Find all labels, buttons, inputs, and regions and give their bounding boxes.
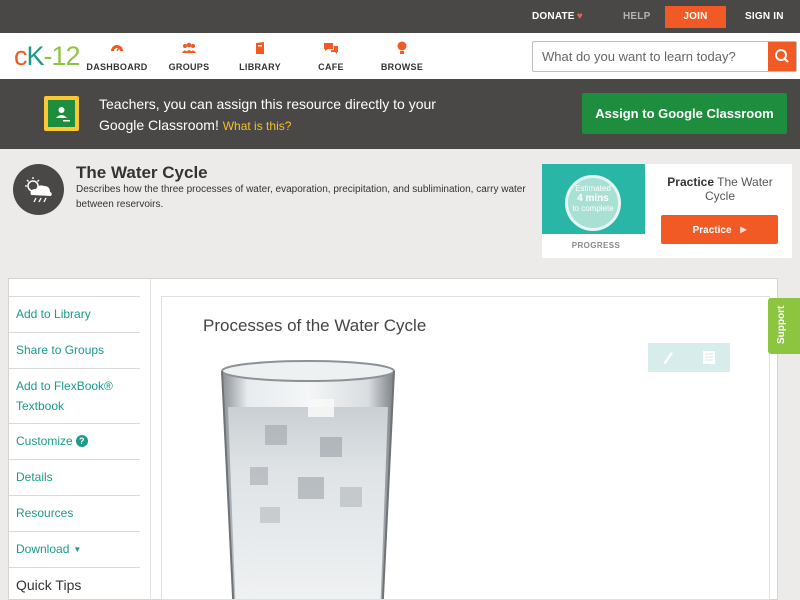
search-button[interactable] bbox=[768, 42, 796, 71]
progress-graphic: Estimated 4 mins to complete bbox=[542, 164, 645, 234]
nav-cafe[interactable]: CAFE bbox=[296, 40, 366, 72]
estimated-label: Estimated bbox=[575, 184, 611, 193]
nav-browse[interactable]: BROWSE bbox=[367, 40, 437, 72]
concept-description: Describes how the three processes of wat… bbox=[76, 184, 526, 210]
lesson-tools bbox=[648, 343, 730, 372]
nav-cafe-label: CAFE bbox=[318, 62, 344, 72]
google-classroom-icon bbox=[44, 96, 79, 131]
library-icon bbox=[256, 42, 264, 54]
donate-link[interactable]: DONATE ♥ bbox=[532, 0, 583, 33]
lesson-panel: Processes of the Water Cycle bbox=[161, 296, 770, 600]
lesson-title: Processes of the Water Cycle bbox=[203, 316, 427, 335]
sidebar-item-download[interactable]: Download ▼ bbox=[9, 531, 140, 567]
help-link[interactable]: HELP bbox=[623, 0, 650, 33]
logo-c: c bbox=[14, 41, 27, 71]
support-label: Support bbox=[776, 305, 787, 344]
estimated-mins: 4 mins bbox=[577, 193, 609, 204]
cafe-icon bbox=[324, 43, 338, 54]
chevron-right-icon: ▸ bbox=[740, 222, 747, 236]
logo-12: 12 bbox=[51, 41, 81, 71]
pencil-icon[interactable] bbox=[661, 350, 675, 365]
search-input[interactable] bbox=[533, 42, 769, 71]
nav-library[interactable]: LIBRARY bbox=[225, 40, 295, 72]
browse-icon bbox=[397, 41, 407, 54]
weather-icon bbox=[13, 164, 64, 215]
estimate-text: Estimated 4 mins to complete bbox=[565, 184, 621, 214]
sidebar: Add to Library Share to Groups Add to Fl… bbox=[9, 296, 140, 600]
sidebar-divider bbox=[150, 279, 151, 600]
download-label: Download bbox=[16, 542, 70, 556]
practice-button[interactable]: Practice ▸ bbox=[661, 215, 778, 244]
practice-title-rest: The Water Cycle bbox=[704, 175, 773, 203]
nav-browse-label: BROWSE bbox=[380, 62, 424, 72]
help-icon[interactable]: ? bbox=[75, 435, 88, 447]
nav-groups[interactable]: GROUPS bbox=[154, 40, 224, 72]
logo-k: K bbox=[26, 41, 45, 71]
sidebar-item-details[interactable]: Details bbox=[9, 459, 140, 495]
logo-dash: - bbox=[43, 41, 53, 71]
practice-card: Estimated 4 mins to complete PROGRESS Pr… bbox=[542, 164, 792, 258]
nav-dashboard-label: DASHBOARD bbox=[86, 62, 148, 72]
main-header: cK-12 DASHBOARD GROUPS LIBRARY CAFE BROW… bbox=[0, 33, 800, 79]
sidebar-item-add-to-library[interactable]: Add to Library bbox=[9, 296, 140, 332]
sidebar-item-share-to-groups[interactable]: Share to Groups bbox=[9, 332, 140, 368]
google-classroom-banner: Teachers, you can assign this resource d… bbox=[0, 79, 800, 149]
groups-icon bbox=[182, 42, 196, 53]
customize-label: Customize bbox=[16, 434, 73, 448]
sidebar-item-resources[interactable]: Resources bbox=[9, 495, 140, 531]
join-button[interactable]: JOIN bbox=[665, 6, 726, 28]
quick-tips-heading[interactable]: Quick Tips bbox=[9, 567, 140, 600]
top-bar: DONATE ♥ HELP JOIN SIGN IN bbox=[0, 0, 800, 33]
dashboard-icon bbox=[111, 45, 123, 52]
progress-label: PROGRESS bbox=[571, 241, 621, 250]
assign-google-classroom-button[interactable]: Assign to Google Classroom bbox=[582, 93, 787, 134]
to-complete-label: to complete bbox=[572, 204, 614, 213]
support-tab[interactable]: Support bbox=[768, 298, 800, 354]
search-icon bbox=[775, 49, 789, 63]
nav-dashboard[interactable]: DASHBOARD bbox=[82, 40, 152, 72]
banner-text: Teachers, you can assign this resource d… bbox=[99, 94, 459, 137]
practice-button-label: Practice bbox=[692, 225, 732, 236]
donate-label: DONATE bbox=[532, 11, 575, 22]
what-is-this-link[interactable]: What is this? bbox=[223, 119, 292, 133]
ck12-logo[interactable]: cK-12 bbox=[14, 41, 81, 71]
nav-groups-label: GROUPS bbox=[168, 62, 210, 72]
concept-title: The Water Cycle bbox=[76, 163, 208, 182]
caret-down-icon: ▼ bbox=[73, 545, 82, 554]
heart-icon: ♥ bbox=[576, 11, 583, 22]
sidebar-item-customize[interactable]: Customize? bbox=[9, 423, 140, 459]
practice-title-bold: Practice bbox=[667, 175, 714, 189]
search-box bbox=[532, 41, 797, 72]
nav-library-label: LIBRARY bbox=[239, 62, 281, 72]
notes-icon[interactable] bbox=[702, 350, 716, 365]
sidebar-item-add-to-flexbook[interactable]: Add to FlexBook® Textbook bbox=[9, 368, 140, 423]
practice-title: Practice The Water Cycle bbox=[658, 175, 782, 203]
water-glass-image bbox=[221, 360, 395, 599]
sign-in-link[interactable]: SIGN IN bbox=[745, 0, 784, 33]
